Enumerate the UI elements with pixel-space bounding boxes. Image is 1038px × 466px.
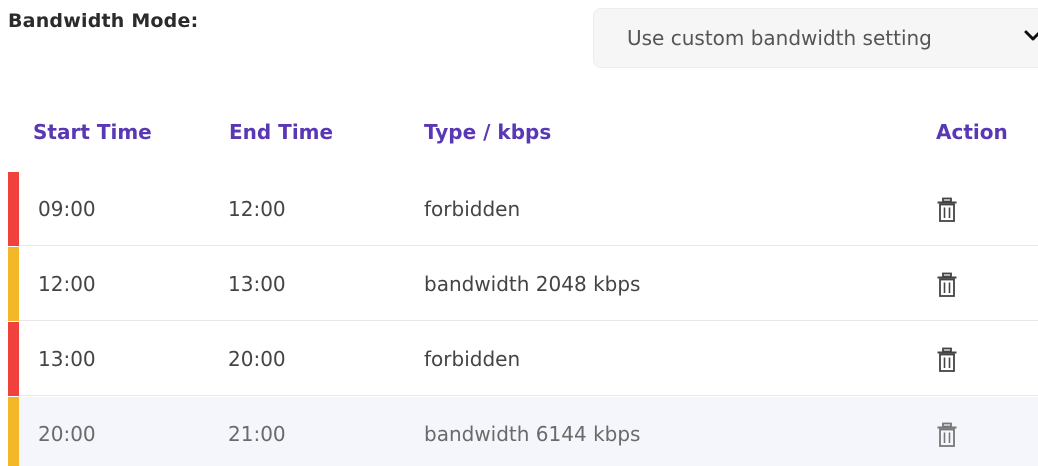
row-type: forbidden: [424, 347, 521, 371]
row-type: bandwidth 2048 kbps: [424, 272, 641, 296]
row-type: bandwidth 6144 kbps: [424, 422, 641, 446]
row-start-time: 12:00: [38, 272, 96, 296]
row-end-time: 21:00: [228, 422, 286, 446]
row-start-time: 13:00: [38, 347, 96, 371]
table-row: 13:00 20:00 forbidden: [8, 322, 1038, 396]
bandwidth-mode-selected-value: Use custom bandwidth setting: [627, 26, 932, 50]
trash-icon[interactable]: [936, 272, 958, 298]
column-header-start-time: Start Time: [33, 120, 152, 144]
row-type: forbidden: [424, 197, 521, 221]
bandwidth-mode-select[interactable]: Use custom bandwidth setting: [593, 8, 1038, 68]
row-end-time: 12:00: [228, 197, 286, 221]
column-header-end-time: End Time: [229, 120, 334, 144]
row-start-time: 09:00: [38, 197, 96, 221]
trash-icon[interactable]: [936, 347, 958, 373]
column-header-action: Action: [936, 120, 1008, 144]
column-header-type: Type / kbps: [424, 120, 552, 144]
trash-icon[interactable]: [936, 422, 958, 448]
row-divider: [19, 320, 1038, 321]
trash-icon[interactable]: [936, 197, 958, 223]
row-type-stripe: [8, 247, 19, 321]
bandwidth-settings-panel: Bandwidth Mode: Use custom bandwidth set…: [0, 0, 1038, 466]
row-type-stripe: [8, 322, 19, 396]
table-row: 12:00 13:00 bandwidth 2048 kbps: [8, 247, 1038, 321]
chevron-down-icon: [1024, 30, 1038, 41]
row-type-stripe: [8, 397, 19, 466]
row-start-time: 20:00: [38, 422, 96, 446]
row-type-stripe: [8, 172, 19, 246]
table-row: 09:00 12:00 forbidden: [8, 172, 1038, 246]
bandwidth-mode-label: Bandwidth Mode:: [8, 10, 199, 32]
row-divider: [19, 395, 1038, 396]
row-end-time: 13:00: [228, 272, 286, 296]
row-divider: [19, 245, 1038, 246]
row-end-time: 20:00: [228, 347, 286, 371]
table-row: 20:00 21:00 bandwidth 6144 kbps: [8, 397, 1038, 466]
